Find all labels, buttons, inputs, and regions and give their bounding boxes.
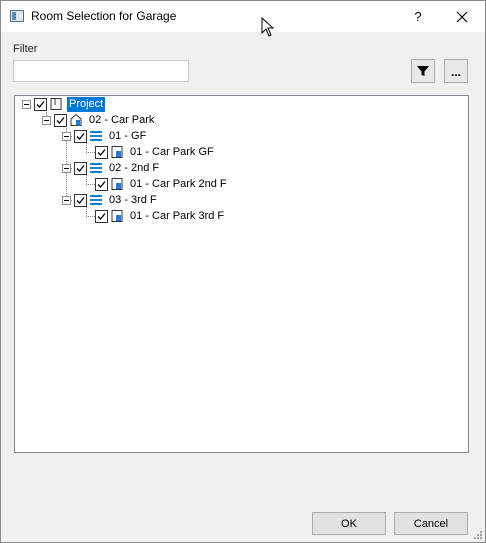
close-icon — [456, 11, 468, 23]
resize-grip-icon[interactable] — [473, 530, 483, 540]
level-checkbox[interactable] — [74, 129, 87, 143]
room-icon — [110, 177, 124, 191]
level-icon — [89, 161, 103, 175]
checkmark-icon — [76, 196, 85, 204]
collapse-toggle[interactable] — [62, 131, 71, 141]
project-icon — [49, 97, 63, 111]
tree-node-level[interactable]: 01 - GF — [62, 128, 148, 144]
checkmark-icon — [56, 116, 65, 124]
more-options-button[interactable]: ... — [444, 59, 468, 83]
more-options-label: ... — [450, 65, 461, 79]
checkmark-icon — [97, 148, 106, 156]
window-title: Room Selection for Garage — [31, 9, 177, 23]
level-icon — [89, 193, 103, 207]
tree-node-label: Project — [67, 96, 106, 112]
checkmark-icon — [76, 132, 85, 140]
title-bar: Room Selection for Garage ? — [1, 1, 485, 32]
tree-node-label: 01 - Car Park GF — [130, 145, 214, 158]
tree-node-level[interactable]: 02 - 2nd F — [62, 160, 161, 176]
close-button[interactable] — [449, 6, 475, 28]
help-button[interactable]: ? — [408, 7, 428, 27]
tree-node-label: 02 - 2nd F — [109, 161, 160, 174]
cancel-button[interactable]: Cancel — [394, 512, 468, 535]
ok-button[interactable]: OK — [312, 512, 386, 535]
room-tree[interactable]: Project 02 - Car Park 01 - GF 01 - Car P… — [14, 95, 469, 453]
tree-node-label: 01 - Car Park 3rd F — [130, 209, 225, 222]
tree-node-room[interactable]: 01 - Car Park 2nd F — [95, 176, 229, 192]
tree-node-room[interactable]: 01 - Car Park GF — [95, 144, 216, 160]
collapse-toggle[interactable] — [42, 115, 51, 125]
dialog-window: Room Selection for Garage ? Filter ... P… — [0, 0, 486, 543]
checkmark-icon — [76, 164, 85, 172]
project-checkbox[interactable] — [34, 97, 47, 111]
mouse-cursor-icon — [261, 17, 275, 37]
room-icon — [110, 145, 124, 159]
level-icon — [89, 129, 103, 143]
collapse-toggle[interactable] — [62, 163, 71, 173]
room-checkbox[interactable] — [95, 145, 108, 159]
room-checkbox[interactable] — [95, 209, 108, 223]
filter-input[interactable] — [13, 60, 189, 82]
tree-node-label: 03 - 3rd F — [109, 193, 157, 206]
checkmark-icon — [97, 180, 106, 188]
checkmark-icon — [36, 100, 45, 108]
tree-node-project[interactable]: Project — [22, 96, 106, 112]
collapse-toggle[interactable] — [62, 195, 71, 205]
tree-node-building[interactable]: 02 - Car Park — [42, 112, 156, 128]
level-checkbox[interactable] — [74, 193, 87, 207]
collapse-toggle[interactable] — [22, 99, 31, 109]
tree-node-label: 02 - Car Park — [89, 113, 155, 126]
filter-button[interactable] — [411, 59, 435, 83]
level-checkbox[interactable] — [74, 161, 87, 175]
app-icon — [10, 10, 24, 22]
tree-node-room[interactable]: 01 - Car Park 3rd F — [95, 208, 226, 224]
room-icon — [110, 209, 124, 223]
tree-node-label: 01 - Car Park 2nd F — [130, 177, 227, 190]
room-checkbox[interactable] — [95, 177, 108, 191]
tree-node-level[interactable]: 03 - 3rd F — [62, 192, 159, 208]
funnel-icon — [417, 66, 429, 76]
checkmark-icon — [97, 212, 106, 220]
building-icon — [69, 113, 83, 127]
tree-node-label: 01 - GF — [109, 129, 147, 142]
building-checkbox[interactable] — [54, 113, 67, 127]
filter-label: Filter — [13, 43, 38, 55]
